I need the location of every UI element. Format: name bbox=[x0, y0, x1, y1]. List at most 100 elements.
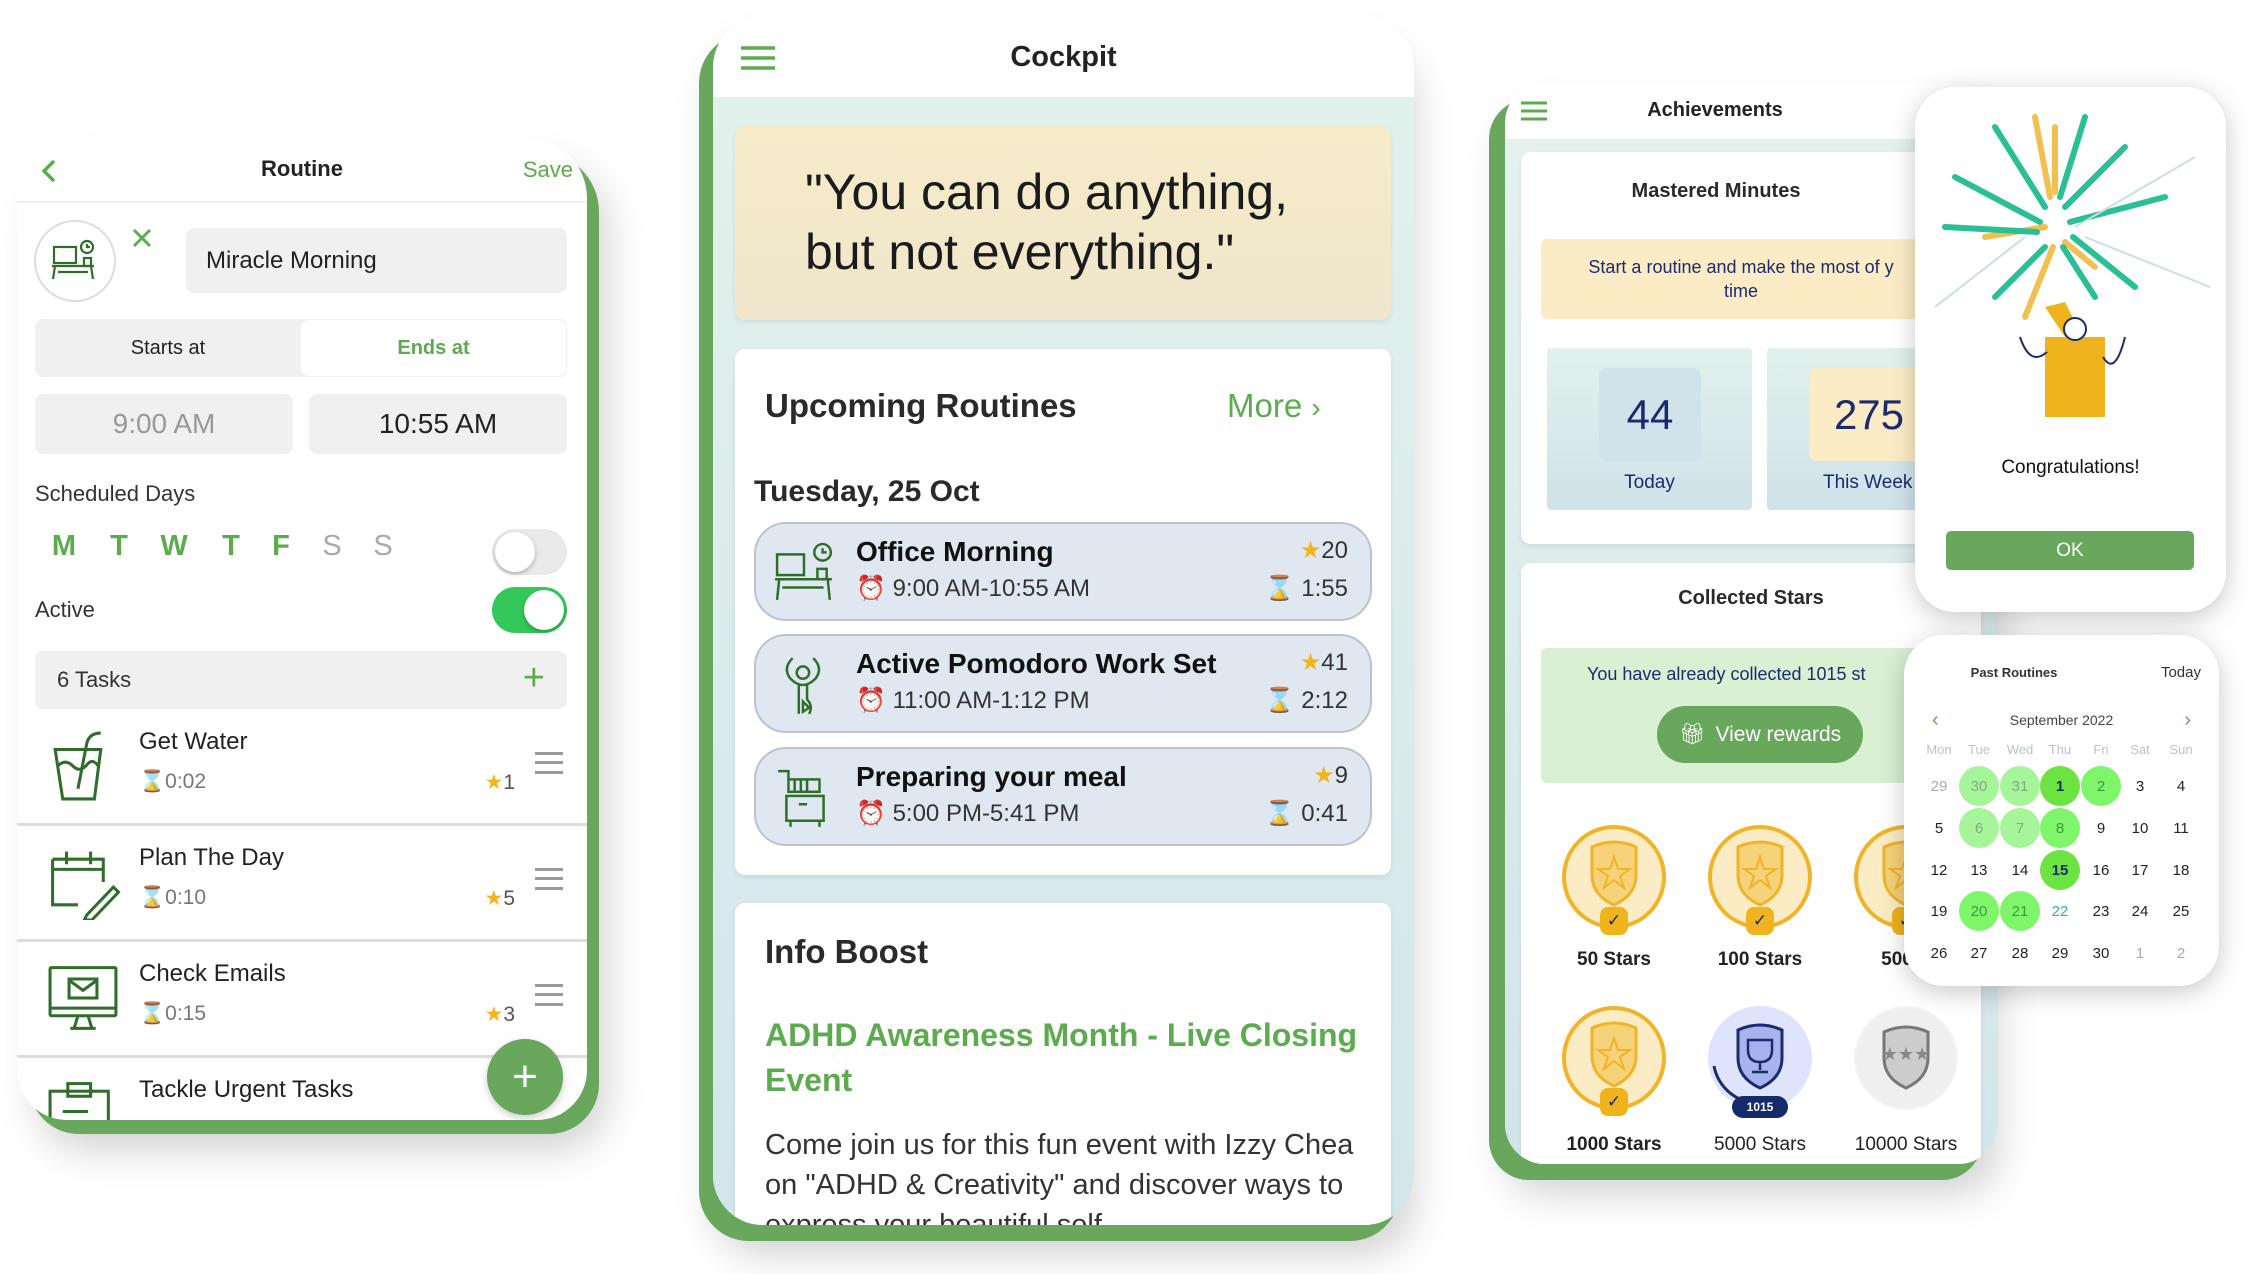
badge-10000-stars[interactable]: ★★★ bbox=[1854, 1006, 1958, 1110]
calendar-day[interactable]: 31 bbox=[2000, 766, 2040, 806]
calendar-day[interactable]: 27 bbox=[1959, 933, 1999, 973]
badge-1000-stars[interactable]: ✓ bbox=[1562, 1006, 1666, 1116]
calendar-day[interactable]: 19 bbox=[1919, 891, 1959, 931]
end-time-field[interactable]: 10:55 AM bbox=[309, 394, 567, 454]
article-title-link[interactable]: ADHD Awareness Month - Live Closing Even… bbox=[765, 1013, 1375, 1103]
badge-100-stars[interactable]: ✓ bbox=[1708, 825, 1812, 935]
calendar-day[interactable]: 2 bbox=[2081, 766, 2121, 806]
date-heading: Tuesday, 25 Oct bbox=[754, 475, 980, 508]
weekend-toggle[interactable] bbox=[492, 529, 567, 575]
star-icon: ★ bbox=[484, 771, 504, 794]
calendar-day[interactable]: 1 bbox=[2120, 933, 2160, 973]
calendar-day[interactable]: 15 bbox=[2040, 850, 2080, 890]
hourglass-icon: ⌛ bbox=[1264, 687, 1295, 714]
task-stars: ★3 bbox=[484, 1003, 515, 1026]
tab-ends-at[interactable]: Ends at bbox=[301, 320, 566, 376]
calendar-day[interactable]: 18 bbox=[2161, 850, 2201, 890]
add-task-plus-icon[interactable]: + bbox=[523, 657, 545, 700]
calendar-day[interactable]: 30 bbox=[1959, 766, 1999, 806]
star-icon: ★ bbox=[484, 887, 504, 910]
day-toggle-thursday[interactable]: T bbox=[211, 530, 251, 563]
calendar-day[interactable]: 6 bbox=[1959, 808, 1999, 848]
drag-handle-icon[interactable] bbox=[535, 752, 563, 774]
calendar-day[interactable]: 28 bbox=[2000, 933, 2040, 973]
page-title: Cockpit bbox=[1010, 41, 1117, 73]
progress-pill: 1015 bbox=[1732, 1096, 1788, 1118]
drag-handle-icon[interactable] bbox=[535, 984, 563, 1006]
today-button[interactable]: Today bbox=[2161, 664, 2201, 681]
drag-handle-icon[interactable] bbox=[535, 868, 563, 890]
calendar-day[interactable]: 11 bbox=[2161, 808, 2201, 848]
task-row[interactable]: Check Emails ⌛0:15 ★3 bbox=[17, 942, 587, 1058]
calendar-day[interactable]: 17 bbox=[2120, 850, 2160, 890]
kitchen-cart-icon bbox=[778, 769, 825, 827]
calendar-day[interactable]: 30 bbox=[2081, 933, 2121, 973]
calendar-day[interactable]: 4 bbox=[2161, 766, 2201, 806]
calendar-day[interactable]: 29 bbox=[2040, 933, 2080, 973]
task-row[interactable]: Get Water ⌛0:02 ★1 bbox=[17, 710, 587, 826]
calendar-day[interactable]: 8 bbox=[2040, 808, 2080, 848]
calendar-day[interactable]: 24 bbox=[2120, 891, 2160, 931]
section-title: Collected Stars bbox=[1678, 587, 1824, 609]
calendar-day[interactable]: 1 bbox=[2040, 766, 2080, 806]
badge-label: 50 Stars bbox=[1577, 949, 1651, 970]
calendar-day[interactable]: 7 bbox=[2000, 808, 2040, 848]
calendar-day[interactable]: 22 bbox=[2040, 891, 2080, 931]
calendar-day[interactable]: 14 bbox=[2000, 850, 2040, 890]
routine-stars: ★9 bbox=[1313, 762, 1348, 789]
calendar-day[interactable]: 25 bbox=[2161, 891, 2201, 931]
ok-button[interactable]: OK bbox=[1946, 531, 2194, 570]
day-toggle-saturday[interactable]: S bbox=[312, 530, 352, 563]
calendar-day[interactable]: 21 bbox=[2000, 891, 2040, 931]
calendar-day[interactable]: 13 bbox=[1959, 850, 1999, 890]
day-toggle-tuesday[interactable]: T bbox=[99, 530, 139, 563]
calendar-day[interactable]: 3 bbox=[2120, 766, 2160, 806]
close-icon[interactable] bbox=[131, 227, 153, 249]
routine-name-input[interactable]: Miracle Morning bbox=[186, 228, 567, 293]
shield-stars-icon: ★★★ bbox=[1882, 1025, 1930, 1090]
start-time-field[interactable]: 9:00 AM bbox=[35, 394, 293, 454]
routine-card[interactable]: Office Morning ⏰ 9:00 AM-10:55 AM ★20 ⌛ … bbox=[754, 522, 1372, 621]
next-month-chevron-icon[interactable]: › bbox=[2184, 709, 2191, 732]
day-toggle-wednesday[interactable]: W bbox=[154, 530, 194, 563]
task-row[interactable]: Plan The Day ⌛0:10 ★5 bbox=[17, 826, 587, 942]
celebration-illustration bbox=[1934, 114, 2211, 417]
routine-icon-picker[interactable] bbox=[34, 220, 116, 302]
routine-name: Preparing your meal bbox=[856, 761, 1127, 792]
calendar-day[interactable]: 26 bbox=[1919, 933, 1959, 973]
calendar-day[interactable]: 2 bbox=[2161, 933, 2201, 973]
day-toggle-monday[interactable]: M bbox=[44, 530, 84, 563]
calendar-day[interactable]: 16 bbox=[2081, 850, 2121, 890]
alarm-clock-icon: ⏰ bbox=[856, 687, 886, 714]
active-toggle[interactable] bbox=[492, 587, 567, 633]
routine-card[interactable]: Preparing your meal ⏰ 5:00 PM-5:41 PM ★9… bbox=[754, 747, 1372, 846]
calendar-day[interactable]: 29 bbox=[1919, 766, 1959, 806]
calendar-day[interactable]: 12 bbox=[1919, 850, 1959, 890]
add-task-fab[interactable]: + bbox=[487, 1039, 563, 1115]
tab-starts-at[interactable]: Starts at bbox=[35, 319, 301, 377]
save-button[interactable]: Save bbox=[523, 157, 573, 183]
task-name: Plan The Day bbox=[139, 844, 284, 871]
badge-5000-stars[interactable]: 1015 bbox=[1708, 1006, 1812, 1118]
routine-card[interactable]: Active Pomodoro Work Set ⏰ 11:00 AM-1:12… bbox=[754, 634, 1372, 733]
calendar-day[interactable]: 20 bbox=[1959, 891, 1999, 931]
calendar-day[interactable]: 10 bbox=[2120, 808, 2160, 848]
weekday-label: Sun bbox=[2169, 742, 2193, 757]
badge-label: 5000 Stars bbox=[1714, 1134, 1806, 1155]
water-glass-icon bbox=[53, 731, 103, 801]
congratulations-dialog: Congratulations! OK bbox=[1915, 87, 2226, 612]
day-toggle-friday[interactable]: F bbox=[261, 530, 301, 563]
view-rewards-button[interactable]: 🎁︎ View rewards bbox=[1657, 706, 1863, 763]
calendar-day[interactable]: 23 bbox=[2081, 891, 2121, 931]
calendar-day[interactable]: 9 bbox=[2081, 808, 2121, 848]
routine-duration: ⌛ 1:55 bbox=[1264, 575, 1348, 602]
calendar-day[interactable]: 5 bbox=[1919, 808, 1959, 848]
more-link[interactable]: More › bbox=[1227, 387, 1321, 425]
page-title: Routine bbox=[261, 156, 343, 181]
day-toggle-sunday[interactable]: S bbox=[363, 530, 403, 563]
routine-duration: ⌛ 2:12 bbox=[1264, 687, 1348, 714]
weekday-label: Tue bbox=[1968, 742, 1990, 757]
tasks-header: 6 Tasks + bbox=[35, 651, 567, 709]
badge-50-stars[interactable]: ✓ bbox=[1562, 825, 1666, 935]
task-name: Get Water bbox=[139, 728, 248, 755]
